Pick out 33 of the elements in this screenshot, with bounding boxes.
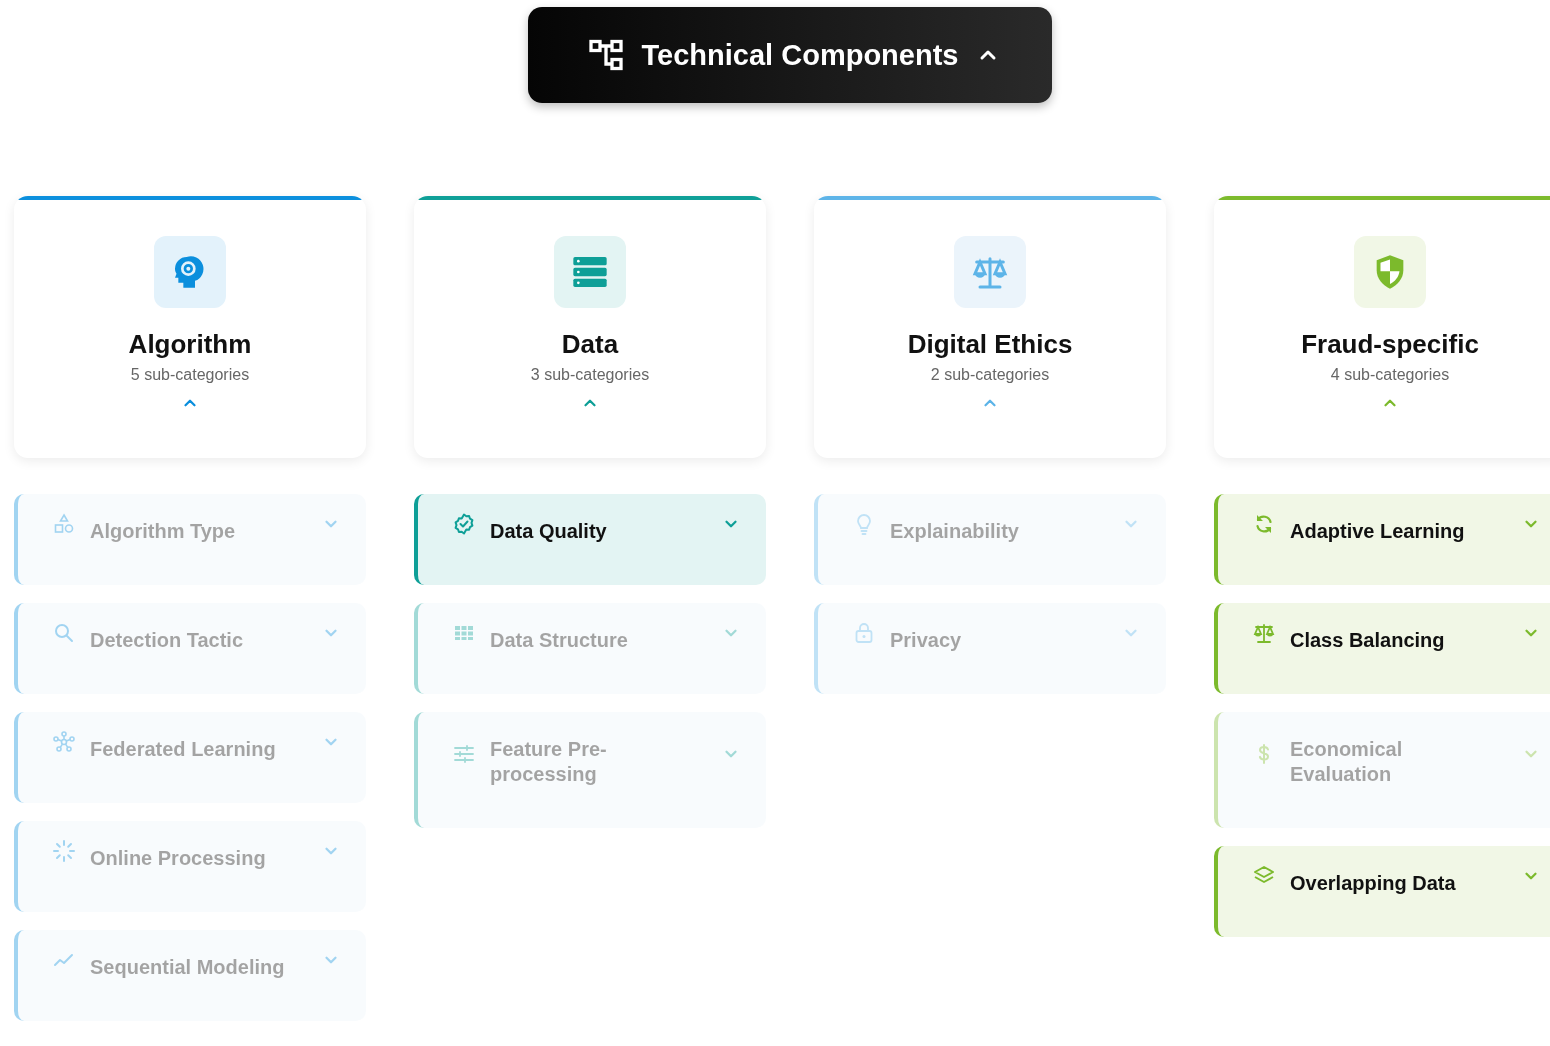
subcategory-count: 2 sub-categories [930, 366, 1050, 384]
category-card[interactable]: Data 3 sub-categories [414, 196, 766, 458]
subcategory-item[interactable]: Overlapping Data [1214, 846, 1550, 937]
burst-icon [52, 838, 76, 863]
badge-check-icon [452, 511, 476, 536]
shapes-icon [52, 511, 76, 536]
network-icon [52, 729, 76, 754]
section-header-button[interactable]: Technical Components [528, 7, 1052, 103]
subcategory-item[interactable]: Data Structure [414, 603, 766, 694]
category-title: Data [561, 328, 619, 360]
subcategory-item[interactable]: Online Processing [14, 821, 366, 912]
subcategory-item[interactable]: Class Balancing [1214, 603, 1550, 694]
category-card[interactable]: Fraud-specific 4 sub-categories [1214, 196, 1550, 458]
sitemap-icon [587, 37, 624, 73]
subcategory-item[interactable]: Explainability [814, 494, 1166, 585]
subcategory-item[interactable]: Data Quality [414, 494, 766, 585]
category-title: Algorithm [128, 328, 252, 360]
category-title: Digital Ethics [907, 328, 1073, 360]
subcategory-count: 5 sub-categories [130, 366, 250, 384]
category-card[interactable]: Algorithm 5 sub-categories [14, 196, 366, 458]
subcategory-count: 4 sub-categories [1330, 366, 1450, 384]
category-title: Fraud-specific [1301, 328, 1479, 360]
category-card[interactable]: Digital Ethics 2 sub-categories [814, 196, 1166, 458]
subcategory-count: 3 sub-categories [530, 366, 650, 384]
subcategory-item[interactable]: Privacy [814, 603, 1166, 694]
subcategory-item[interactable]: Sequential Modeling [14, 930, 366, 1021]
subcategory-item[interactable]: Economical Evaluation [1214, 712, 1550, 828]
subcategory-item[interactable]: Detection Tactic [14, 603, 366, 694]
subcategory-item[interactable]: Algorithm Type [14, 494, 366, 585]
subcategory-item[interactable]: Feature Pre-processing [414, 712, 766, 828]
subcategory-item[interactable]: Federated Learning [14, 712, 366, 803]
subcategory-item[interactable]: Adaptive Learning [1214, 494, 1550, 585]
sliders-icon [452, 742, 476, 766]
